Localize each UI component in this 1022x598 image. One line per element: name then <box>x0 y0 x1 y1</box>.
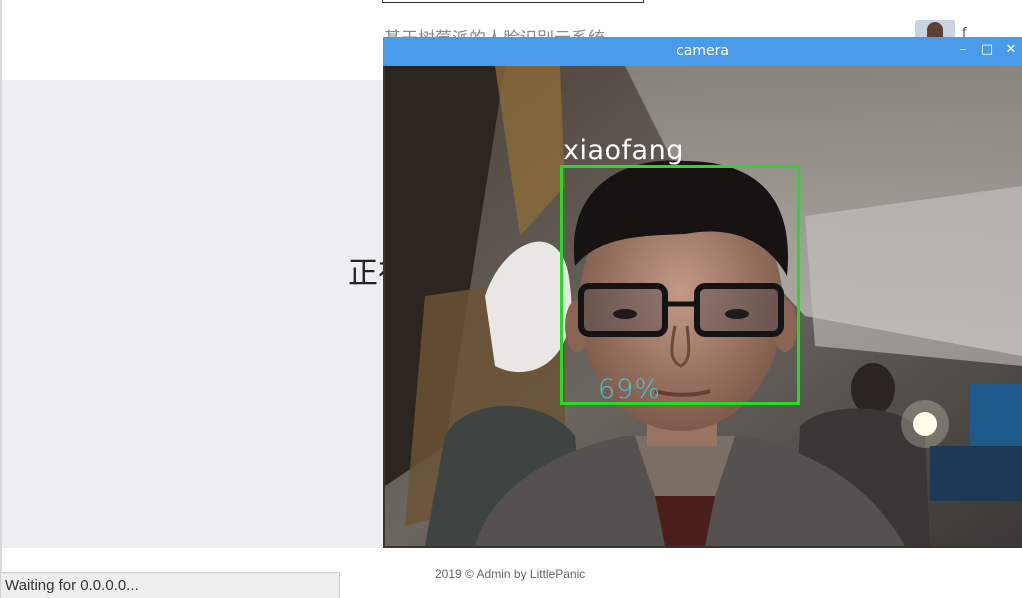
top-input-field[interactable] <box>382 0 644 3</box>
camera-window-title: camera <box>676 43 729 59</box>
face-detection-box <box>560 165 800 405</box>
face-name-label: xiaofang <box>563 135 684 166</box>
camera-window[interactable]: camera – □ ✕ xiaofang 69% <box>383 37 1022 548</box>
maximize-icon[interactable]: □ <box>979 42 995 58</box>
browser-status-text: Waiting for 0.0.0.0... <box>5 577 139 594</box>
minimize-icon[interactable]: – <box>955 42 971 58</box>
close-icon[interactable]: ✕ <box>1003 42 1019 58</box>
camera-window-titlebar[interactable]: camera – □ ✕ <box>383 37 1022 66</box>
page: 基于树莓派的人脸识别云系统 f 正在 2019 © Admin by Littl… <box>0 0 1022 598</box>
recognition-status-text: 正在 <box>348 256 388 291</box>
face-confidence-label: 69% <box>598 374 662 405</box>
footer-copyright: 2019 © Admin by LittlePanic <box>435 567 586 581</box>
browser-status-bar: Waiting for 0.0.0.0... <box>0 572 340 598</box>
camera-video-feed: xiaofang 69% <box>385 66 1022 546</box>
